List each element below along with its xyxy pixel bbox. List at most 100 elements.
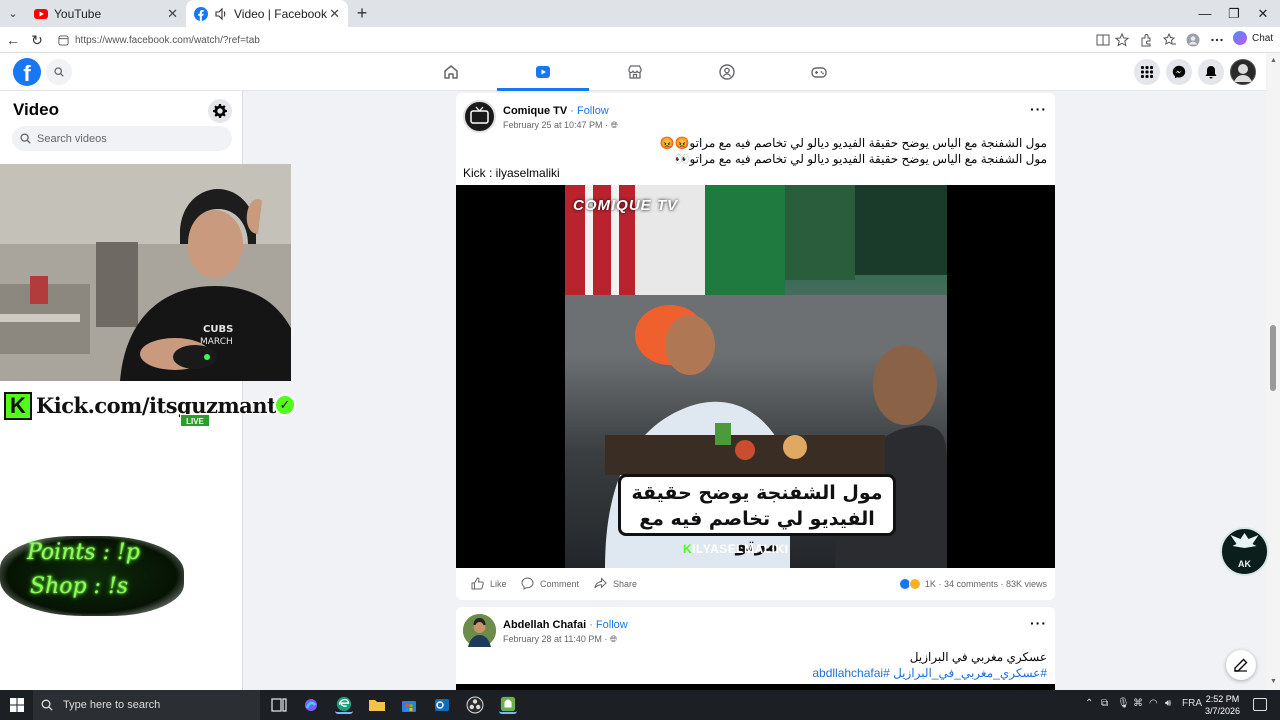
post-date[interactable]: February 28 at 11:40 PM (503, 634, 602, 644)
messenger-icon (1172, 65, 1186, 79)
post-text-line: مول الشفنجة مع الياس يوضح حقيقة الفيديو … (674, 152, 1048, 166)
feed-post: Comique TV · Follow February 25 at 10:47… (456, 93, 1055, 600)
menu-button[interactable] (1134, 59, 1160, 85)
windows-taskbar: Type here to search ⌃ ⧉ 🎙︎ ⌘ ◠ 🔊︎ FRA 2:… (0, 690, 1280, 720)
tab-list-dropdown-icon[interactable]: ⌄ (4, 5, 22, 23)
video-search-box[interactable] (12, 126, 232, 151)
show-hidden-icons-icon[interactable]: ⌃ (1085, 698, 1093, 709)
webcam-image: CUBS MARCH (0, 164, 291, 381)
android-app-icon[interactable] (499, 696, 517, 714)
wifi-tray-icon[interactable]: ◠ (1149, 698, 1158, 709)
profile-icon[interactable] (1186, 33, 1200, 47)
network-tray-icon[interactable]: ⧉ (1101, 698, 1108, 709)
svg-text:CUBS: CUBS (203, 324, 233, 335)
browser-tab-youtube[interactable]: YouTube ✕ (26, 0, 186, 27)
microphone-tray-icon[interactable]: 🎙︎ (1117, 698, 1130, 709)
more-options-icon[interactable] (1210, 33, 1224, 47)
post-hashtags[interactable]: #عسكري_مغربي_في_البرازيل #abdllahchafai (812, 666, 1047, 680)
video-frame[interactable]: COMIQUE TV مول الشفنجة يوضح حقيقة الفيدي… (565, 185, 947, 568)
edge-browser-icon[interactable] (335, 696, 353, 714)
notification-center-icon[interactable] (1253, 698, 1267, 711)
url-text: https://www.facebook.com/watch/?ref=tab (75, 34, 260, 46)
windows-start-icon[interactable] (10, 698, 24, 712)
messenger-button[interactable] (1166, 59, 1192, 85)
facebook-top-nav: f (0, 53, 1266, 91)
browser-tab-facebook[interactable]: Video | Facebook ✕ (186, 0, 348, 27)
scrollbar-thumb[interactable] (1270, 325, 1276, 391)
comment-button[interactable]: Comment (521, 577, 579, 590)
notifications-button[interactable] (1198, 59, 1224, 85)
nav-tab-marketplace[interactable] (589, 53, 681, 91)
reactions-count[interactable]: 1K (925, 579, 936, 589)
close-window-button[interactable]: ✕ (1253, 4, 1273, 24)
input-language[interactable]: FRA (1182, 698, 1202, 709)
task-view-icon[interactable] (270, 696, 288, 714)
extensions-icon[interactable] (1139, 33, 1153, 47)
microsoft-store-icon[interactable] (400, 696, 418, 714)
close-tab-icon[interactable]: ✕ (167, 6, 178, 22)
favorites-icon[interactable] (1163, 33, 1177, 47)
verified-check-icon: ✓ (274, 394, 296, 416)
new-tab-button[interactable]: + (352, 3, 372, 23)
streamer-webcam-overlay: CUBS MARCH (0, 164, 291, 381)
follow-link[interactable]: Follow (596, 619, 628, 631)
like-button[interactable]: Like (471, 577, 507, 590)
url-bar[interactable]: https://www.facebook.com/watch/?ref=tab (50, 30, 1135, 50)
watch-icon (536, 66, 550, 78)
refresh-button[interactable]: ↻ (28, 31, 46, 49)
post-options-icon[interactable]: ··· (1030, 615, 1047, 631)
copilot-app-icon[interactable] (302, 696, 320, 714)
comments-count[interactable]: 34 comments (944, 579, 998, 589)
copilot-chat-button[interactable]: Chat (1233, 31, 1273, 45)
new-message-button[interactable] (1226, 650, 1256, 680)
site-info-icon[interactable] (58, 34, 69, 46)
nav-tab-groups[interactable] (681, 53, 773, 91)
kick-logo: K (4, 392, 32, 420)
obs-studio-icon[interactable] (466, 696, 484, 714)
video-player[interactable]: COMIQUE TV مول الشفنجة يوضح حقيقة الفيدي… (456, 185, 1055, 568)
video-search-input[interactable] (37, 132, 217, 145)
post-text-line: مول الشفنجة مع الياس يوضح حقيقة الفيديو … (659, 136, 1047, 150)
file-explorer-icon[interactable] (368, 696, 386, 714)
speaker-icon[interactable] (214, 7, 228, 21)
bluetooth-tray-icon[interactable]: ⌘ (1133, 698, 1143, 709)
post-author-name[interactable]: Comique TV (503, 105, 567, 117)
post-author-avatar[interactable] (463, 100, 496, 133)
follow-link[interactable]: Follow (577, 105, 609, 117)
outlook-icon[interactable] (433, 696, 451, 714)
favorite-star-icon[interactable] (1115, 33, 1129, 47)
badge-label: AK (1238, 559, 1251, 569)
nav-tab-gaming[interactable] (773, 53, 865, 91)
scroll-up-arrow-icon[interactable]: ▲ (1270, 57, 1277, 64)
nav-tab-home[interactable] (405, 53, 497, 91)
profile-avatar[interactable] (1230, 59, 1256, 85)
nav-tab-watch[interactable] (497, 53, 589, 91)
facebook-search-button[interactable] (46, 59, 72, 85)
home-icon (444, 65, 458, 79)
tab-title: YouTube (54, 6, 102, 21)
post-author-avatar[interactable] (463, 614, 496, 647)
immersive-reader-icon[interactable] (1096, 33, 1110, 47)
video-watermark: COMIQUE TV (573, 197, 679, 214)
post-options-icon[interactable]: ··· (1030, 101, 1047, 117)
post-text-line: Kick : ilyaselmaliki (463, 166, 560, 180)
scroll-down-arrow-icon[interactable]: ▼ (1270, 678, 1277, 685)
post-author-name[interactable]: Abdellah Chafai (503, 619, 586, 631)
search-icon (54, 67, 64, 77)
separator-dot: · (935, 579, 944, 589)
close-tab-icon[interactable]: ✕ (329, 6, 340, 22)
tab-title: Video | Facebook (234, 6, 327, 21)
share-button[interactable]: Share (594, 577, 637, 590)
back-button[interactable]: ← (4, 31, 22, 49)
volume-tray-icon[interactable]: 🔊︎ (1165, 698, 1171, 709)
post-date[interactable]: February 25 at 10:47 PM (503, 120, 603, 130)
haha-reaction-icon[interactable] (908, 578, 921, 590)
facebook-logo[interactable]: f (13, 58, 41, 86)
restore-button[interactable]: ❐ (1224, 4, 1244, 24)
share-label: Share (613, 578, 638, 589)
video-settings-button[interactable] (208, 99, 232, 123)
page-scrollbar[interactable]: ▲ ▼ (1266, 53, 1280, 690)
minimize-button[interactable]: — (1195, 4, 1215, 24)
taskbar-clock[interactable]: 2:52 PM 3/7/2026 (1205, 693, 1240, 717)
taskbar-search-box[interactable]: Type here to search (33, 690, 260, 720)
